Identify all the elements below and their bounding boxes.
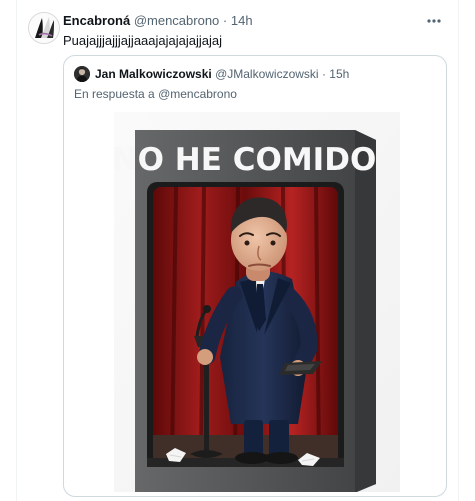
quoted-tweet[interactable]: Jan Malkowiczowski @JMalkowiczowski · 15… (63, 55, 447, 497)
tweet-text: Puajajjjajjjajjaaajajajajajjajaj (63, 33, 222, 48)
quoted-user-avatar[interactable] (74, 66, 90, 82)
display-name[interactable]: Encabroná (63, 13, 130, 28)
quoted-tweet-header: Jan Malkowiczowski @JMalkowiczowski · 15… (74, 65, 434, 83)
quoted-time-separator: · (321, 67, 326, 81)
quoted-display-name[interactable]: Jan Malkowiczowski (95, 67, 212, 81)
user-avatar[interactable] (28, 12, 60, 44)
quoted-user-handle[interactable]: @JMalkowiczowski (215, 67, 319, 81)
tweet-timestamp[interactable]: 14h (231, 13, 253, 28)
reply-context: En respuesta a @mencabrono (74, 85, 434, 103)
tweet-header: Encabroná @mencabrono · 14h (63, 12, 443, 30)
tweet[interactable]: Encabroná @mencabrono · 14h Puajajjjajjj… (28, 8, 458, 501)
more-horizontal-icon (427, 19, 441, 23)
quoted-tweet-image[interactable]: NO HE COMIDO (114, 112, 400, 492)
box-title: NO HE COMIDO (114, 142, 376, 178)
quoted-timestamp[interactable]: 15h (329, 67, 349, 81)
reply-mention[interactable]: @mencabrono (158, 87, 237, 101)
time-separator: · (222, 13, 228, 28)
more-options-button[interactable] (422, 9, 446, 33)
reply-prefix: En respuesta a (74, 87, 155, 101)
user-handle[interactable]: @mencabrono (134, 13, 219, 28)
